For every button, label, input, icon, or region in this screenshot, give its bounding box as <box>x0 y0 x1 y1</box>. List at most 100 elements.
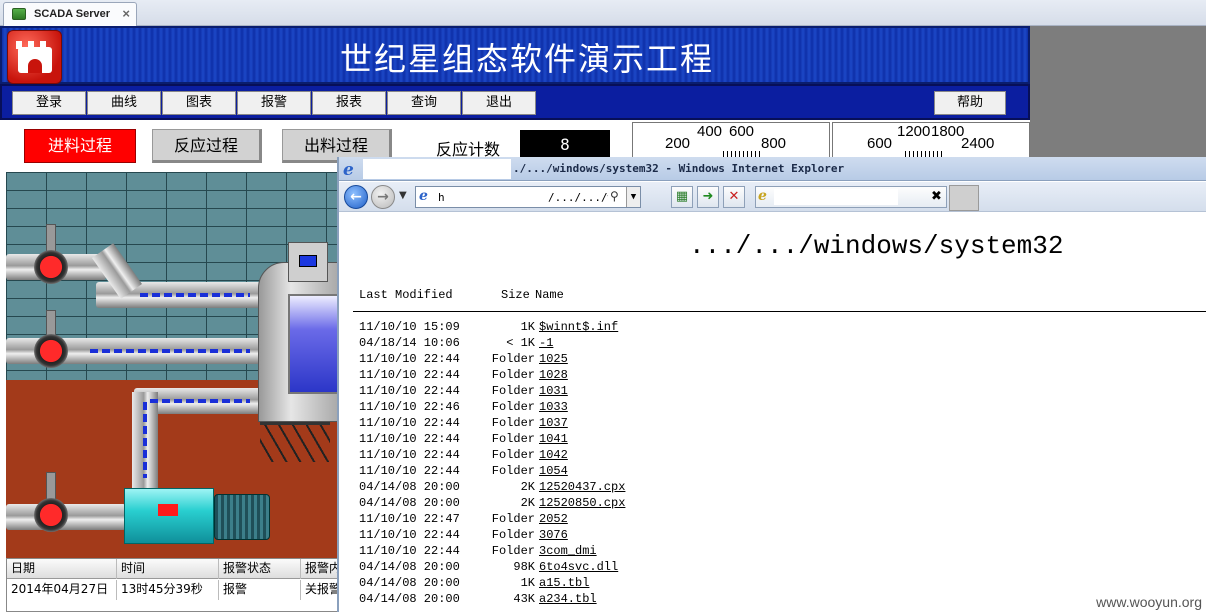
alarm-table: 日期 时间 报警状态 报警内 2014年04月27日 13时45分39秒 报警 … <box>6 558 340 612</box>
address-dropdown-icon[interactable]: ▼ <box>626 187 640 207</box>
column-size[interactable]: Size <box>501 288 530 302</box>
menu-query-button[interactable]: 查询 <box>387 91 461 115</box>
flow-indicator <box>143 402 147 478</box>
file-date: 11/10/10 22:44 <box>359 416 460 430</box>
table-row[interactable]: 2014年04月27日 13时45分39秒 报警 关报警 <box>7 580 339 600</box>
list-item: 04/14/08 20:00 1K a15.tbl <box>359 575 625 591</box>
file-link[interactable]: 1037 <box>539 415 568 431</box>
pump-motor-icon <box>214 494 270 540</box>
file-link[interactable]: 1028 <box>539 367 568 383</box>
agitator-motor-icon <box>288 242 328 282</box>
column-last-modified[interactable]: Last Modified <box>359 288 453 302</box>
back-icon[interactable]: ← <box>344 185 368 209</box>
flow-indicator <box>150 399 250 403</box>
file-date: 04/14/08 20:00 <box>359 480 460 494</box>
menu-report-button[interactable]: 报表 <box>312 91 386 115</box>
menu-bar: 登录 曲线 图表 报警 报表 查询 退出 帮助 <box>0 84 1030 120</box>
tab-close-icon[interactable]: × <box>122 6 130 21</box>
process-diagram <box>6 172 340 560</box>
go-icon[interactable]: ➜ <box>697 186 719 208</box>
file-link[interactable]: a15.tbl <box>539 575 589 591</box>
menu-login-button[interactable]: 登录 <box>12 91 86 115</box>
file-size: Folder <box>491 416 535 430</box>
list-item: 11/10/10 22:44 Folder 1041 <box>359 431 625 447</box>
file-link[interactable]: 1031 <box>539 383 568 399</box>
browser-tab-strip: SCADA Server × <box>0 0 1206 26</box>
file-link[interactable]: 1041 <box>539 431 568 447</box>
feed-process-button[interactable]: 进料过程 <box>24 129 136 163</box>
file-size: Folder <box>491 544 535 558</box>
alarm-table-header: 日期 时间 报警状态 报警内 <box>7 559 340 579</box>
forward-icon[interactable]: → <box>371 185 395 209</box>
close-icon[interactable]: ✖ <box>931 189 942 204</box>
list-item: 11/10/10 22:44 Folder 1025 <box>359 351 625 367</box>
page-icon: e <box>419 188 428 204</box>
menu-exit-button[interactable]: 退出 <box>462 91 536 115</box>
file-link[interactable]: 1025 <box>539 351 568 367</box>
title-banner: 世纪星组态软件演示工程 <box>0 26 1030 84</box>
file-size: 2K <box>520 496 535 510</box>
ie-navigation-bar: ← → ▼ e h /.../.../win ⚲ ▼ ▦ ➜ ✕ e ✖ <box>339 182 1206 212</box>
menu-chart-button[interactable]: 图表 <box>162 91 236 115</box>
file-date: 11/10/10 22:44 <box>359 528 460 542</box>
header-alarm-content: 报警内 <box>305 561 340 575</box>
file-link[interactable]: a234.tbl <box>539 591 597 607</box>
column-name[interactable]: Name <box>535 288 564 302</box>
list-item: 11/10/10 22:44 Folder 1031 <box>359 383 625 399</box>
tank-support <box>260 422 330 462</box>
browser-tab[interactable]: SCADA Server × <box>3 2 137 26</box>
reactor-level-window <box>288 294 340 394</box>
file-date: 11/10/10 15:09 <box>359 320 460 334</box>
menu-help-button[interactable]: 帮助 <box>934 91 1006 115</box>
file-link[interactable]: 1054 <box>539 463 568 479</box>
file-link[interactable]: 6to4svc.dll <box>539 559 618 575</box>
file-link[interactable]: -1 <box>539 335 553 351</box>
address-text: /.../.../win <box>548 191 608 204</box>
compatibility-icon[interactable]: ▦ <box>671 186 693 208</box>
watermark: www.wooyun.org <box>1096 594 1202 610</box>
list-item: 11/10/10 22:44 Folder 3076 <box>359 527 625 543</box>
gauge-left-tick: 400 <box>697 123 723 140</box>
file-date: 11/10/10 22:44 <box>359 352 460 366</box>
file-link[interactable]: 3076 <box>539 527 568 543</box>
stop-icon[interactable]: ✕ <box>723 186 745 208</box>
search-box[interactable]: e <box>755 186 947 208</box>
ie-window-title: ./.../windows/system32 - Windows Interne… <box>513 162 845 175</box>
valve-icon[interactable] <box>34 334 68 368</box>
file-link[interactable]: 12520850.cpx <box>539 495 625 511</box>
search-icon[interactable]: ⚲ <box>610 189 619 203</box>
list-item: 11/10/10 22:46 Folder 1033 <box>359 399 625 415</box>
file-link[interactable]: 12520437.cpx <box>539 479 625 495</box>
file-link[interactable]: 3com_dmi <box>539 543 597 559</box>
file-size: 98K <box>513 560 535 574</box>
history-dropdown-icon[interactable]: ▼ <box>399 190 407 201</box>
gauge-right-tick: 1800 <box>931 123 965 140</box>
file-size: Folder <box>491 512 535 526</box>
reaction-count-value: 8 <box>520 130 610 160</box>
file-link[interactable]: 1042 <box>539 447 568 463</box>
cell-time: 13时45分39秒 <box>117 580 219 600</box>
file-date: 04/14/08 20:00 <box>359 592 460 606</box>
file-link[interactable]: $winnt$.inf <box>539 319 618 335</box>
redacted-area <box>774 189 898 205</box>
file-size: Folder <box>491 368 535 382</box>
list-item: 04/14/08 20:00 98K 6to4svc.dll <box>359 559 625 575</box>
redacted-area <box>436 187 548 207</box>
valve-icon[interactable] <box>34 250 68 284</box>
valve-icon[interactable] <box>34 498 68 532</box>
file-link[interactable]: 1033 <box>539 399 568 415</box>
gauge-right: 600 1200 1800 2400 <box>832 122 1030 162</box>
menu-curve-button[interactable]: 曲线 <box>87 91 161 115</box>
toolbar-button[interactable] <box>949 185 979 211</box>
pump-icon[interactable] <box>124 488 214 544</box>
file-date: 11/10/10 22:47 <box>359 512 460 526</box>
file-size: Folder <box>491 400 535 414</box>
reaction-process-button[interactable]: 反应过程 <box>152 129 262 163</box>
address-bar[interactable]: e h /.../.../win ⚲ ▼ <box>415 186 641 208</box>
file-size: Folder <box>491 464 535 478</box>
file-date: 11/10/10 22:44 <box>359 432 460 446</box>
list-item: 04/18/14 10:06 < 1K -1 <box>359 335 625 351</box>
file-date: 04/14/08 20:00 <box>359 496 460 510</box>
menu-alarm-button[interactable]: 报警 <box>237 91 311 115</box>
file-link[interactable]: 2052 <box>539 511 568 527</box>
